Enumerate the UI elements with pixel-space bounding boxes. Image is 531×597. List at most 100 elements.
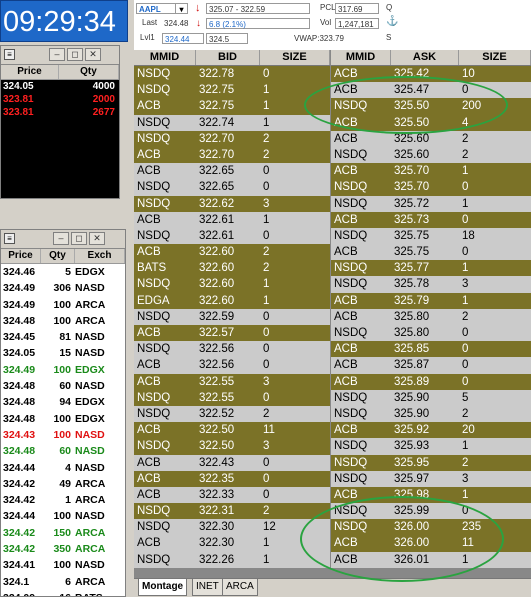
tab-inet[interactable]: INET bbox=[192, 579, 223, 596]
bid-row[interactable]: NSDQ 322.78 0 bbox=[134, 66, 330, 83]
ask-row[interactable]: ACB 325.87 0 bbox=[331, 357, 531, 374]
ask-row[interactable]: ACB 325.98 1 bbox=[331, 486, 531, 504]
bid-row[interactable]: NSDQ 322.52 2 bbox=[134, 405, 330, 423]
bid-row[interactable]: ACB 322.60 2 bbox=[134, 244, 330, 261]
bid-row[interactable]: NSDQ 322.55 0 bbox=[134, 389, 330, 406]
ask-row[interactable]: ACB 326.01 1 bbox=[331, 551, 531, 568]
ask-row[interactable]: NSDQ 325.60 2 bbox=[331, 146, 531, 164]
column-header-size[interactable]: SIZE bbox=[459, 50, 531, 65]
bid-row[interactable]: NSDQ 322.56 0 bbox=[134, 341, 330, 358]
trade-row[interactable]: 324.0916BATS bbox=[1, 590, 125, 596]
ask-row[interactable]: NSDQ 325.90 5 bbox=[331, 389, 531, 406]
trade-row[interactable]: 324.48 60 NASD bbox=[1, 378, 125, 394]
trade-row[interactable]: 324.05 15 NASD bbox=[1, 345, 125, 361]
bid-row[interactable]: ACB 322.33 0 bbox=[134, 486, 330, 504]
book-row[interactable]: 324.05 4000 bbox=[1, 80, 119, 93]
trade-row[interactable]: 324.1 6 ARCA bbox=[1, 574, 125, 590]
ask-row[interactable]: ACB 325.89 0 bbox=[331, 373, 531, 390]
ask-row[interactable]: NSDQ 325.95 2 bbox=[331, 454, 531, 471]
restore-icon[interactable]: ◻ bbox=[67, 48, 83, 61]
book-row[interactable]: 323.81 2677 bbox=[1, 106, 119, 119]
bid-row[interactable]: BATS 322.60 2 bbox=[134, 260, 330, 277]
ask-row[interactable]: NSDQ 325.78 3 bbox=[331, 276, 531, 293]
ask-row[interactable]: ACB 325.50 4 bbox=[331, 114, 531, 131]
column-header-bid[interactable]: BID bbox=[196, 50, 260, 65]
trade-row[interactable]: 324.48 100 ARCA bbox=[1, 313, 125, 329]
symbol-input[interactable]: AAPL ▾ bbox=[136, 3, 188, 14]
bid-row[interactable]: ACB 322.57 0 bbox=[134, 325, 330, 342]
bid-row[interactable]: NSDQ 322.65 0 bbox=[134, 179, 330, 196]
trade-row[interactable]: 324.44 100 NASD bbox=[1, 508, 125, 524]
bid-row[interactable]: ACB 322.30 1 bbox=[134, 535, 330, 552]
bid-row[interactable]: NSDQ 322.30 12 bbox=[134, 519, 330, 536]
column-header-exch[interactable]: Exch bbox=[75, 249, 125, 263]
window-menu-icon[interactable]: ≡ bbox=[4, 49, 15, 60]
bid-row[interactable]: NSDQ 322.60 1 bbox=[134, 276, 330, 293]
ask-row[interactable]: NSDQ 325.75 18 bbox=[331, 227, 531, 245]
close-icon[interactable]: ✕ bbox=[89, 232, 105, 245]
tab-montage[interactable]: Montage bbox=[138, 579, 188, 596]
ask-row[interactable]: NSDQ 325.97 3 bbox=[331, 470, 531, 487]
trade-row[interactable]: 324.42 1 ARCA bbox=[1, 492, 125, 508]
ask-row[interactable]: NSDQ 325.77 1 bbox=[331, 260, 531, 277]
trade-row[interactable]: 324.48 94 EDGX bbox=[1, 394, 125, 410]
bid-row[interactable]: ACB 322.70 2 bbox=[134, 146, 330, 164]
anchor-icon[interactable]: ⚓ bbox=[386, 16, 398, 27]
bid-row[interactable]: NSDQ 322.31 2 bbox=[134, 503, 330, 520]
bid-row[interactable]: NSDQ 322.26 1 bbox=[134, 551, 330, 568]
column-header-price[interactable]: Price bbox=[1, 65, 59, 79]
book-row[interactable]: 323.81 2000 bbox=[1, 93, 119, 106]
ask-row[interactable]: NSDQ 326.00 235 bbox=[331, 519, 531, 536]
minimize-icon[interactable]: – bbox=[49, 48, 65, 61]
ask-row[interactable]: ACB 325.85 0 bbox=[331, 341, 531, 358]
bid-row[interactable]: NSDQ 322.61 0 bbox=[134, 227, 330, 245]
ask-row[interactable]: ACB 326.00 11 bbox=[331, 535, 531, 552]
ask-row[interactable]: NSDQ 325.80 0 bbox=[331, 325, 531, 342]
ask-row[interactable]: ACB 325.80 2 bbox=[331, 308, 531, 325]
ask-row[interactable]: ACB 325.92 20 bbox=[331, 422, 531, 439]
column-header-mmid[interactable]: MMID bbox=[134, 50, 196, 65]
bid-row[interactable]: NSDQ 322.74 1 bbox=[134, 114, 330, 131]
bid-row[interactable]: ACB 322.61 1 bbox=[134, 211, 330, 228]
bid-row[interactable]: NSDQ 322.70 2 bbox=[134, 130, 330, 147]
ask-row[interactable]: NSDQ 325.93 1 bbox=[331, 438, 531, 455]
ask-row[interactable]: ACB 325.47 0 bbox=[331, 82, 531, 99]
bid-row[interactable]: ACB 322.35 0 bbox=[134, 470, 330, 487]
bid-row[interactable]: ACB 322.65 0 bbox=[134, 163, 330, 180]
ask-row[interactable]: ACB 325.60 2 bbox=[331, 130, 531, 147]
trade-row[interactable]: 324.42 49 ARCA bbox=[1, 476, 125, 492]
bid-row[interactable]: ACB 322.75 1 bbox=[134, 98, 330, 115]
bid-row[interactable]: NSDQ 322.62 3 bbox=[134, 195, 330, 212]
minimize-icon[interactable]: – bbox=[53, 232, 69, 245]
bid-row[interactable]: NSDQ 322.59 0 bbox=[134, 308, 330, 325]
bid-row[interactable]: EDGA 322.60 1 bbox=[134, 292, 330, 309]
trade-row[interactable]: 324.41 100 NASD bbox=[1, 557, 125, 573]
time-sales-titlebar[interactable]: ≡ – ◻ ✕ bbox=[1, 230, 125, 249]
column-header-size[interactable]: SIZE bbox=[260, 50, 330, 65]
column-header-ask[interactable]: ASK bbox=[391, 50, 459, 65]
trade-row[interactable]: 324.49 306 NASD bbox=[1, 280, 125, 296]
trade-row[interactable]: 324.44 4 NASD bbox=[1, 460, 125, 476]
trade-row[interactable]: 324.49 100 ARCA bbox=[1, 297, 125, 313]
column-header-qty[interactable]: Qty bbox=[41, 249, 75, 263]
trade-row[interactable]: 324.42 350 ARCA bbox=[1, 541, 125, 557]
trade-row[interactable]: 324.48 100 EDGX bbox=[1, 411, 125, 427]
ask-row[interactable]: ACB 325.73 0 bbox=[331, 211, 531, 228]
column-header-qty[interactable]: Qty bbox=[59, 65, 119, 79]
ask-row[interactable]: NSDQ 325.50 200 bbox=[331, 98, 531, 115]
trade-row[interactable]: 324.49 100 EDGX bbox=[1, 362, 125, 378]
ask-row[interactable]: NSDQ 325.72 1 bbox=[331, 195, 531, 212]
bid-row[interactable]: NSDQ 322.50 3 bbox=[134, 438, 330, 455]
trade-row[interactable]: 324.45 81 NASD bbox=[1, 329, 125, 345]
ask-row[interactable]: ACB 325.42 10 bbox=[331, 66, 531, 83]
trade-row[interactable]: 324.48 60 NASD bbox=[1, 443, 125, 459]
ask-row[interactable]: NSDQ 325.99 0 bbox=[331, 503, 531, 520]
chevron-down-icon[interactable]: ▾ bbox=[175, 4, 187, 14]
bid-row[interactable]: ACB 322.56 0 bbox=[134, 357, 330, 374]
bid-row[interactable]: NSDQ 322.75 1 bbox=[134, 82, 330, 99]
tab-arca[interactable]: ARCA bbox=[222, 579, 258, 596]
ask-row[interactable]: ACB 325.79 1 bbox=[331, 292, 531, 309]
close-icon[interactable]: ✕ bbox=[85, 48, 101, 61]
book-window-titlebar[interactable]: ≡ – ◻ ✕ bbox=[1, 46, 119, 65]
trade-row[interactable]: 324.43 100 NASD bbox=[1, 427, 125, 443]
